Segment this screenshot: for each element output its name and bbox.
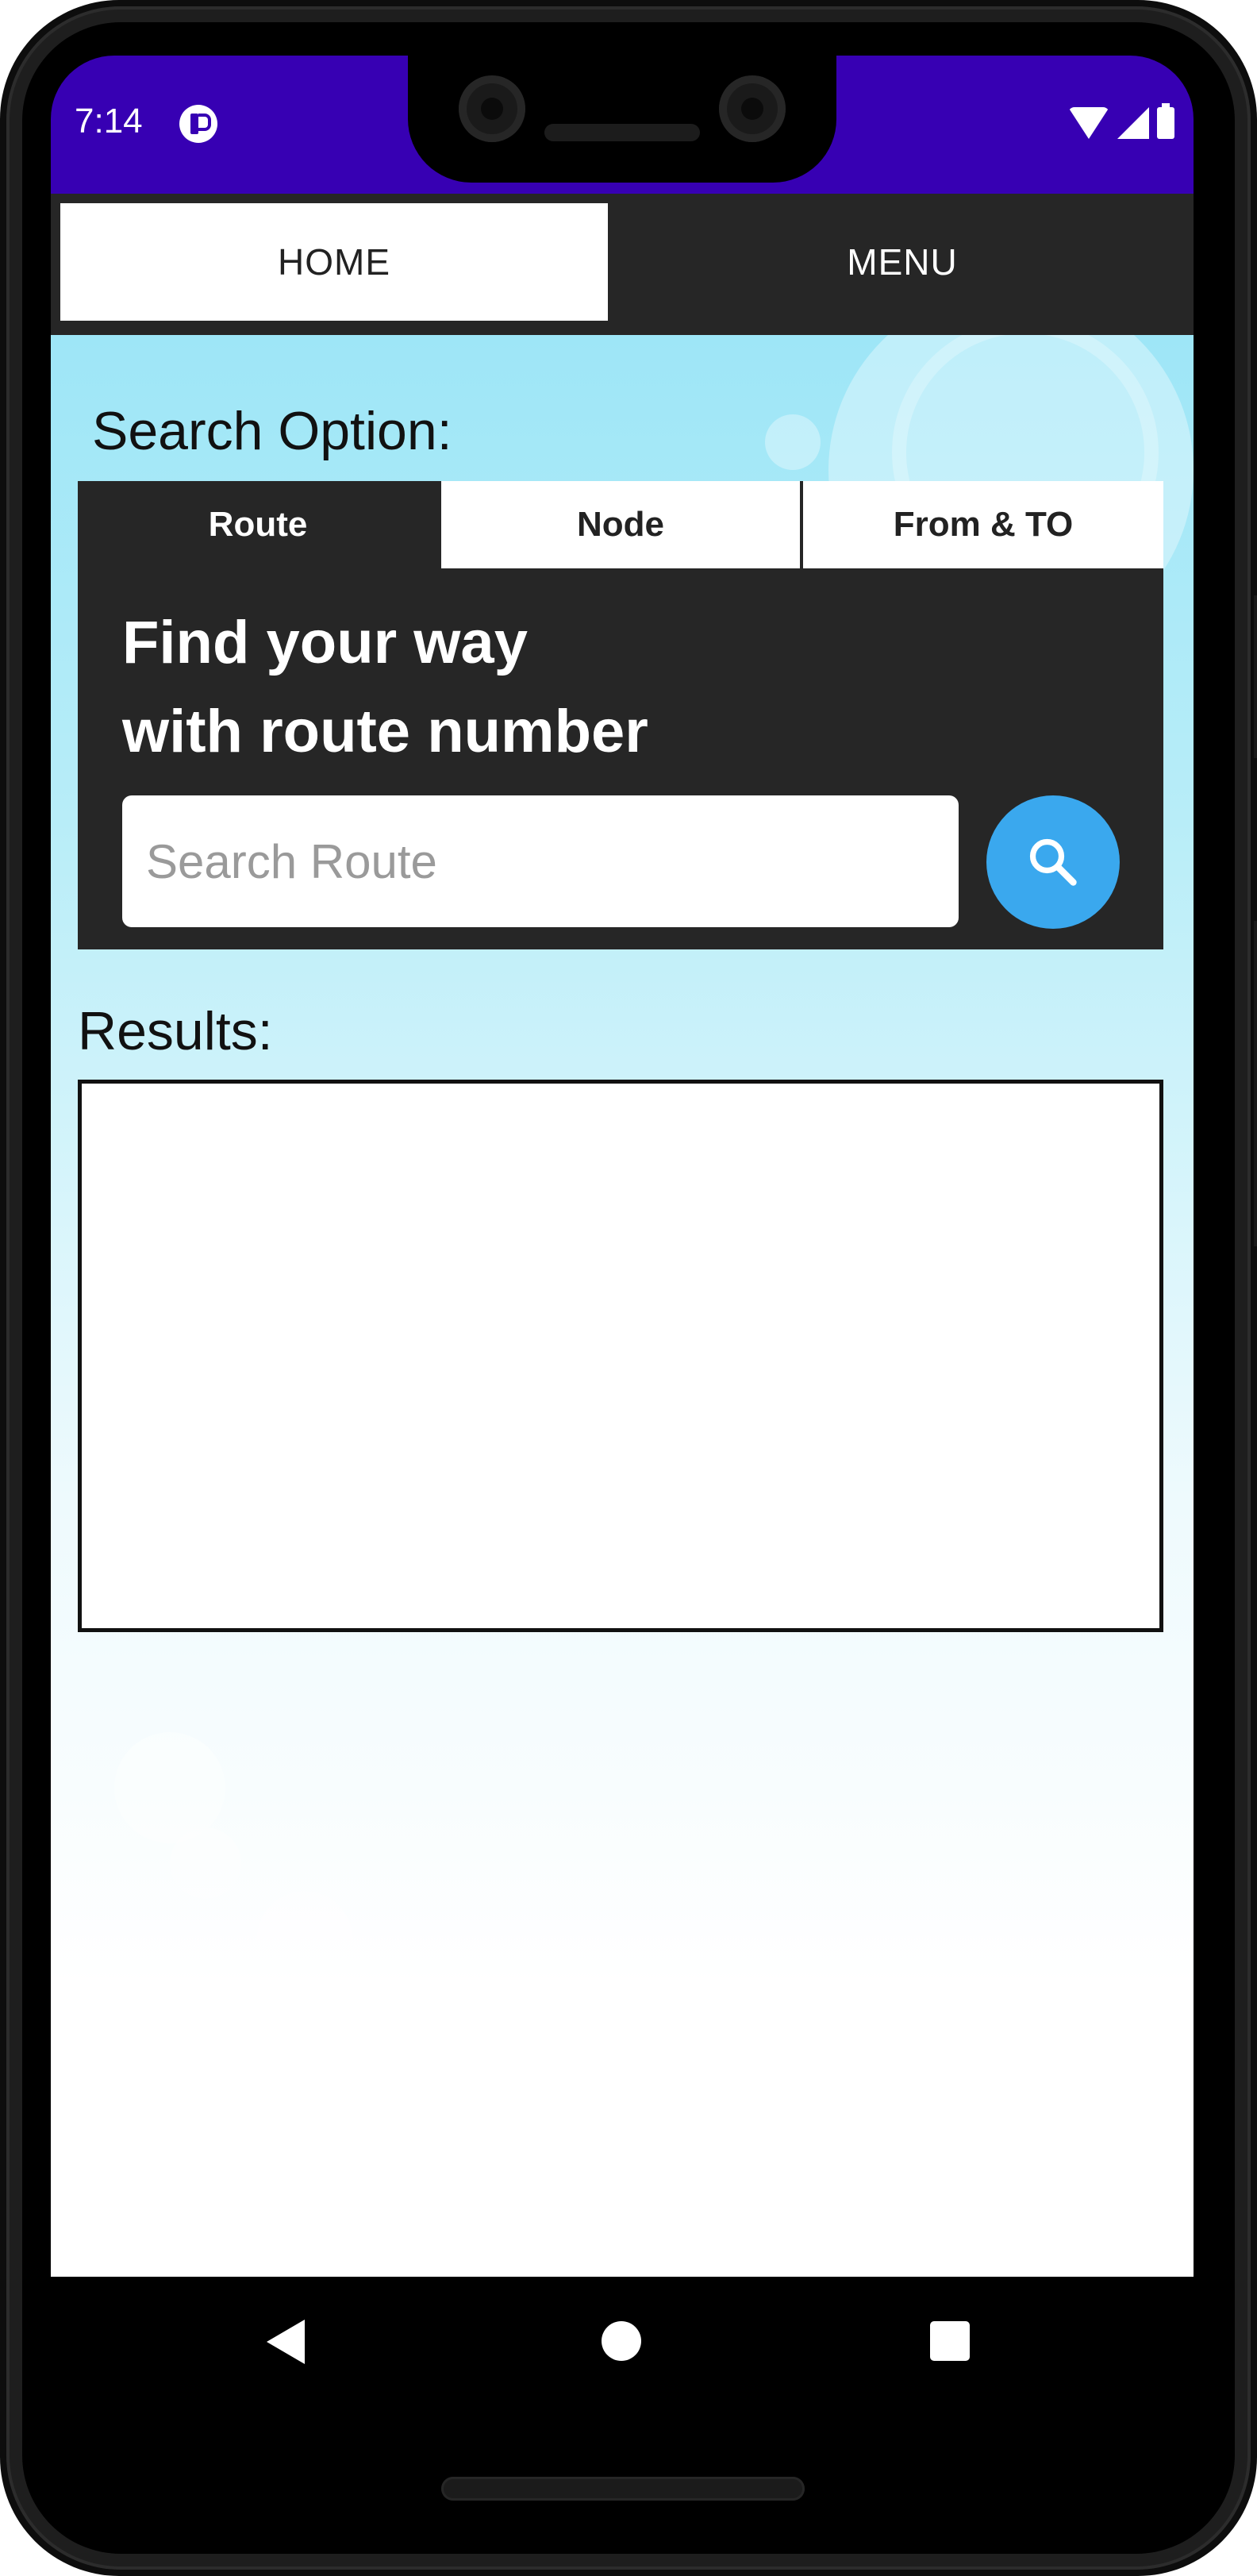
search-panel: Route Node From & TO Find your way with … — [78, 481, 1163, 949]
search-route-input[interactable] — [122, 795, 959, 927]
power-button — [1254, 595, 1257, 758]
recents-icon[interactable] — [930, 2321, 970, 2361]
back-icon[interactable] — [267, 2320, 305, 2364]
tab-from-to[interactable]: From & TO — [803, 481, 1163, 568]
search-option-tabs: Route Node From & TO — [78, 481, 1163, 568]
tab-menu[interactable]: MENU — [621, 203, 1184, 321]
front-camera-icon — [459, 75, 525, 142]
main-content: Search Option: Route Node From & TO Find… — [51, 335, 1194, 2277]
search-icon — [1029, 838, 1077, 886]
tab-home[interactable]: HOME — [60, 203, 608, 321]
app-tab-bar: HOME MENU — [51, 194, 1194, 335]
background-bokeh — [170, 1827, 241, 1899]
title-line-1: Find your way — [122, 609, 528, 676]
battery-icon — [1157, 103, 1174, 139]
background-bokeh — [114, 1732, 225, 1843]
search-button[interactable] — [986, 795, 1120, 929]
background-bokeh — [765, 414, 821, 470]
status-time: 7:14 — [75, 102, 143, 141]
results-list[interactable] — [78, 1080, 1163, 1632]
title-line-2: with route number — [122, 698, 648, 765]
tab-route[interactable]: Route — [78, 481, 438, 568]
bottom-speaker-grille — [441, 2477, 805, 2501]
search-option-heading: Search Option: — [92, 401, 452, 461]
system-nav-bar — [51, 2277, 1194, 2405]
results-label: Results: — [78, 1001, 273, 1061]
volume-button — [1254, 921, 1257, 1246]
app-notification-icon — [179, 105, 217, 143]
wifi-icon — [1068, 107, 1109, 139]
earpiece-speaker — [544, 124, 700, 141]
status-icons — [1068, 103, 1174, 141]
search-panel-title: Find your way with route number — [122, 599, 648, 776]
screen: 7:14 HOME MENU Search Option: Route Node… — [51, 56, 1194, 2405]
cellular-signal-icon — [1117, 107, 1149, 139]
tab-node[interactable]: Node — [441, 481, 800, 568]
display-notch — [408, 56, 836, 183]
home-icon[interactable] — [602, 2321, 641, 2361]
phone-frame: 7:14 HOME MENU Search Option: Route Node… — [0, 0, 1257, 2576]
background-bokeh — [257, 1891, 352, 1986]
front-camera-icon — [719, 75, 786, 142]
